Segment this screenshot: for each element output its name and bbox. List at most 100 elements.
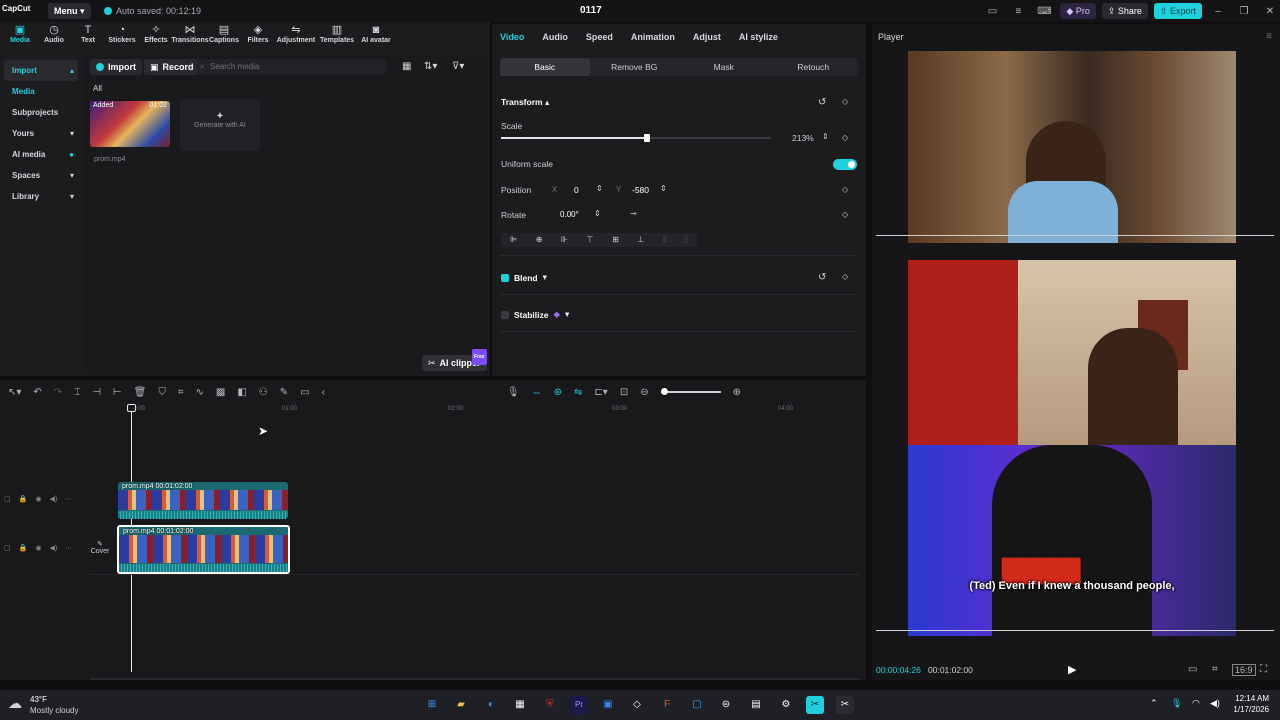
zoom-out-icon[interactable]: ⊖ [640, 387, 648, 398]
premiere-icon[interactable]: Pr [570, 696, 588, 714]
edge-browser-icon[interactable]: ◐ [482, 696, 500, 714]
speaker-icon[interactable]: ◀) [49, 544, 57, 552]
reset-icon[interactable]: ↺ [818, 272, 826, 283]
align-right-icon[interactable]: ⊪ [561, 233, 568, 247]
clock-time[interactable]: 12:14 AM [1225, 694, 1269, 703]
stabilize-checkbox[interactable] [501, 310, 509, 319]
mirror-icon[interactable]: ◧ [237, 387, 246, 398]
tab-animation[interactable]: Animation [631, 32, 675, 42]
timeline-clip-main[interactable]: prom.mp4 00:01:02:00 [117, 525, 290, 574]
share-button[interactable]: ⇪ Share [1101, 3, 1148, 19]
mcafee-icon[interactable]: ⛨ [541, 696, 559, 714]
ai-clipper-button[interactable]: ✂ AI clipper Free [422, 349, 487, 371]
record-button[interactable]: ▣ Record [144, 59, 200, 75]
select-cursor-icon[interactable]: ↖▾ [8, 387, 21, 398]
position-y-input[interactable]: -580 [632, 185, 649, 195]
media-thumbnail[interactable]: Added 01:02 [90, 101, 170, 147]
stepper-icon[interactable]: ⇕ [596, 184, 603, 193]
keyframe-icon[interactable]: ◇ [842, 185, 848, 194]
more-icon[interactable]: ⋯ [65, 495, 72, 503]
subtab-remove-bg[interactable]: Remove BG [590, 58, 680, 76]
stepper-icon[interactable]: ⇕ [822, 132, 829, 141]
position-x-input[interactable]: 0 [574, 185, 579, 195]
outlook-icon[interactable]: ▣ [599, 696, 617, 714]
subtab-basic[interactable]: Basic [500, 58, 590, 76]
undo-icon[interactable]: ↶ [33, 387, 41, 398]
track-checkbox-icon[interactable]: ▢ [4, 544, 11, 552]
app-icon[interactable]: ▢ [688, 696, 706, 714]
track-checkbox-icon[interactable]: ▢ [4, 495, 11, 503]
magic-icon[interactable]: ✎ [280, 387, 288, 398]
minimize-icon[interactable]: – [1208, 6, 1228, 17]
windows-start-icon[interactable]: ⊞ [423, 696, 441, 714]
freeze-icon[interactable]: ▩ [216, 387, 225, 398]
blend-checkbox[interactable] [501, 273, 509, 282]
distribute-h-icon[interactable]: ⫼ [663, 233, 667, 247]
clock-date[interactable]: 1/17/2026 [1225, 705, 1269, 714]
export-button[interactable]: ⇧ Export [1153, 3, 1202, 19]
zoom-in-icon[interactable]: ⊕ [733, 387, 741, 398]
file-explorer-icon[interactable]: ▰ [452, 696, 470, 714]
sort-icon[interactable]: ⇅▾ [424, 61, 437, 72]
align-left-icon[interactable]: ⊫ [510, 233, 517, 247]
keyboard-icon[interactable]: ⌨ [1034, 6, 1054, 17]
generate-with-ai-button[interactable]: ✦ Generate with AI [180, 99, 260, 151]
transform-section-header[interactable]: Transform ▴ [501, 97, 549, 108]
weather-temperature[interactable]: 43°F [30, 695, 47, 704]
figma-icon[interactable]: F [658, 696, 676, 714]
tab-audio[interactable]: Audio [542, 32, 568, 42]
keyframe-icon[interactable]: ◇ [842, 97, 848, 106]
link-icon[interactable]: ⇔ [532, 387, 542, 398]
fit-icon[interactable]: ⊡ [620, 387, 628, 398]
crop-icon[interactable]: ⌗ [178, 387, 184, 398]
sidenav-library[interactable]: Library ▾ [4, 186, 78, 207]
filter-icon[interactable]: ⊽▾ [452, 61, 464, 72]
app-icon[interactable]: ◇ [628, 696, 646, 714]
sidenav-import[interactable]: Import ▴ [4, 60, 78, 81]
keyframe-icon[interactable]: ◇ [842, 210, 848, 219]
capcut-taskbar-icon[interactable]: ✂ [806, 696, 824, 714]
subtab-mask[interactable]: Mask [679, 58, 769, 76]
rotate-input[interactable]: 0.00° [560, 210, 579, 219]
zoom-slider[interactable] [660, 388, 721, 395]
video-preview[interactable]: ▇▇▇▇▇ (Ted) Even if I knew a thousand pe… [908, 260, 1236, 636]
tool-text[interactable]: T Text [74, 24, 102, 44]
play-icon[interactable]: ▶ [1068, 663, 1076, 676]
distribute-v-icon[interactable]: ⫿ [685, 233, 688, 247]
player-menu-icon[interactable]: ≡ [1266, 31, 1272, 42]
fullscreen-icon[interactable]: ⛶ [1260, 664, 1267, 675]
list-icon[interactable]: ≡ [1008, 6, 1028, 17]
maximize-icon[interactable]: ❐ [1234, 6, 1254, 17]
tab-adjust[interactable]: Adjust [693, 32, 721, 42]
zoom-slider-handle[interactable] [660, 388, 668, 395]
eye-icon[interactable]: ◉ [35, 544, 41, 552]
sidenav-media[interactable]: Media [4, 81, 78, 102]
tool-media[interactable]: ▣ Media [6, 24, 34, 44]
person-icon[interactable]: ⚇ [259, 387, 268, 398]
timeline-clip-overlay[interactable]: prom.mp4 00:01:02:00 [118, 482, 288, 519]
reset-icon[interactable]: ↺ [818, 97, 826, 108]
split-icon[interactable]: ⌶ [74, 387, 80, 398]
tab-ai-stylize[interactable]: AI stylize [739, 32, 778, 42]
chevron-up-icon[interactable]: ⌃ [1150, 698, 1158, 709]
tool-transitions[interactable]: ⋈ Transitions [171, 24, 208, 44]
magnet-icon[interactable]: ⊛ [554, 387, 562, 398]
capcut-active-icon[interactable]: ✂ [836, 696, 854, 714]
tool-effects[interactable]: ✧ Effects [142, 24, 170, 44]
scale-slider[interactable] [501, 134, 771, 142]
collapse-icon[interactable]: ‹ [322, 387, 325, 398]
tool-audio[interactable]: ◷ Audio [40, 24, 68, 44]
sidenav-subprojects[interactable]: Subprojects [4, 102, 78, 123]
align-bottom-icon[interactable]: ⊥ [637, 233, 644, 247]
blend-section-header[interactable]: Blend ▾ [501, 272, 547, 283]
timeline-scrollbar[interactable] [90, 678, 860, 680]
store-icon[interactable]: ▦ [511, 696, 529, 714]
delete-icon[interactable]: 🗑 [134, 387, 147, 398]
preview-axis-icon[interactable]: ⊏▾ [594, 387, 607, 398]
scale-value[interactable]: 213% [792, 133, 814, 143]
redo-icon[interactable]: ↷ [54, 387, 62, 398]
tab-video[interactable]: Video [500, 32, 524, 42]
menu-button[interactable]: Menu ▾ [48, 3, 91, 19]
tool-templates[interactable]: ▥ Templates [320, 24, 354, 44]
eye-icon[interactable]: ◉ [35, 495, 41, 503]
